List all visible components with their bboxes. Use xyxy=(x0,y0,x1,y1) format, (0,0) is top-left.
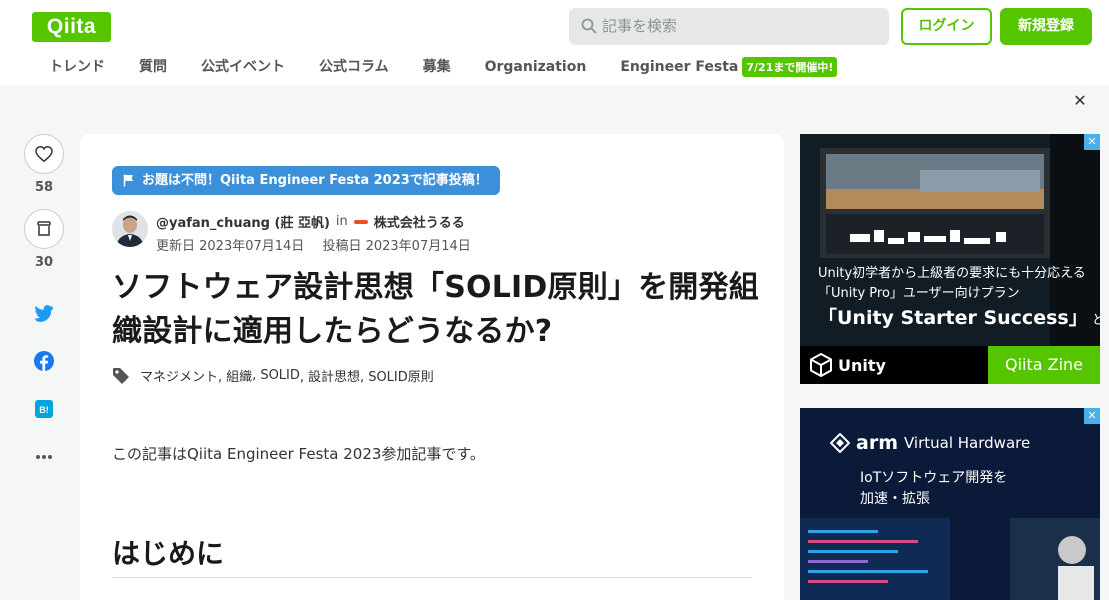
qiita-logo[interactable]: Qiita xyxy=(32,12,111,42)
nav-official-columns[interactable]: 公式コラム xyxy=(302,52,406,82)
nav-official-events[interactable]: 公式イベント xyxy=(184,52,302,82)
unity-logo: Unity xyxy=(810,353,886,377)
more-horizontal-icon xyxy=(36,455,52,459)
like-button[interactable] xyxy=(24,134,64,174)
tag-item[interactable]: SOLID原則 xyxy=(360,366,434,385)
arm-chip-icon xyxy=(830,433,850,453)
nav-engineer-festa[interactable]: Engineer Festa xyxy=(603,52,755,82)
article-dates: 更新日 2023年07月14日 投稿日 2023年07月14日 xyxy=(156,235,471,254)
stock-icon xyxy=(37,221,51,236)
author-photo xyxy=(112,211,148,247)
tag-item[interactable]: マネジメント xyxy=(140,366,218,385)
more-options-button[interactable] xyxy=(24,445,64,469)
search-placeholder: 記事を検索 xyxy=(602,17,678,35)
heading-divider xyxy=(112,577,752,578)
author-line: @yafan_chuang (莊 亞帆) in 株式会社うるる xyxy=(156,212,465,231)
festa-status-badge: 7/21まで開催中! xyxy=(742,57,838,77)
arm-brand: arm xyxy=(856,432,898,454)
arm-product: Virtual Hardware xyxy=(904,434,1031,452)
article-card: お題は不問！Qiita Engineer Festa 2023で記事投稿！ @y… xyxy=(80,134,784,600)
organization-logo-icon xyxy=(353,219,368,224)
nav-questions[interactable]: 質問 xyxy=(122,52,184,82)
ad1-line1: Unity初学者から上級者の要求にも十分応える xyxy=(818,266,1086,281)
facebook-icon xyxy=(34,351,54,371)
ad-choices-icon[interactable]: ✕ xyxy=(1084,408,1100,424)
heart-icon xyxy=(35,146,53,162)
tag-icon xyxy=(113,367,129,384)
tag-item[interactable]: 設計思想 xyxy=(300,366,360,385)
unity-brand: Unity xyxy=(838,355,886,375)
ad1-footer: Unity Qiita Zine xyxy=(800,346,1100,384)
nav-organization[interactable]: Organization xyxy=(468,52,604,82)
ad2-line1: IoTソフトウェア開発を xyxy=(860,470,1008,486)
search-input[interactable]: 記事を検索 xyxy=(569,8,889,45)
hatena-bookmark-icon: B! xyxy=(35,400,53,418)
stock-count: 30 xyxy=(34,255,54,270)
ad-choices-icon[interactable]: ✕ xyxy=(1084,134,1100,150)
ad2-line2: 加速・拡張 xyxy=(860,491,930,507)
arm-logo: arm Virtual Hardware xyxy=(830,432,1030,454)
twitter-icon xyxy=(34,304,54,322)
search-icon xyxy=(581,18,597,34)
tag-list: マネジメント 組織 SOLID 設計思想 SOLID原則 xyxy=(112,366,434,385)
signup-button[interactable]: 新規登録 xyxy=(1000,8,1092,45)
ad1-line3b: とは xyxy=(1091,313,1100,329)
posted-date: 投稿日 2023年07月14日 xyxy=(322,239,471,254)
ad1-line3: 「Unity Starter Success」 xyxy=(818,307,1088,330)
arm-ad-banner[interactable]: ✕ arm Virtual Hardware IoTソフトウェア開発を 加速・拡… xyxy=(800,408,1100,600)
flag-icon xyxy=(123,174,133,187)
main-nav: トレンド 質問 公式イベント 公式コラム 募集 Organization Eng… xyxy=(32,52,838,82)
unity-cube-icon xyxy=(810,353,832,377)
festa-banner[interactable]: お題は不問！Qiita Engineer Festa 2023で記事投稿！ xyxy=(112,166,500,195)
twitter-share-button[interactable] xyxy=(24,301,64,325)
svg-text:B!: B! xyxy=(39,405,49,415)
updated-date: 更新日 2023年07月14日 xyxy=(156,239,305,254)
author-name[interactable]: @yafan_chuang (莊 亞帆) xyxy=(156,212,330,231)
like-count: 58 xyxy=(34,180,54,195)
article-title: ソフトウェア設計思想「SOLID原則」を開発組織設計に適用したらどうなるか? xyxy=(112,270,759,349)
nav-trend[interactable]: トレンド xyxy=(32,52,122,82)
tag-item[interactable]: SOLID xyxy=(252,368,300,383)
festa-banner-text: お題は不問！Qiita Engineer Festa 2023で記事投稿！ xyxy=(142,173,488,188)
in-label: in xyxy=(335,214,348,229)
facebook-share-button[interactable] xyxy=(24,349,64,373)
section-heading: はじめに xyxy=(112,537,225,570)
qiita-zine-label: Qiita Zine xyxy=(988,346,1100,384)
author-avatar[interactable] xyxy=(112,211,148,247)
stock-button[interactable] xyxy=(24,209,64,249)
ad1-copy: Unity初学者から上級者の要求にも十分応える 「Unity Pro」ユーザー向… xyxy=(818,264,1100,334)
site-header: Qiita 記事を検索 ログイン 新規登録 トレンド 質問 公式イベント 公式コ… xyxy=(0,0,1109,86)
nav-recruit[interactable]: 募集 xyxy=(406,52,468,82)
article-intro: この記事はQiita Engineer Festa 2023参加記事です。 xyxy=(112,445,485,463)
close-icon[interactable]: ✕ xyxy=(1071,92,1089,110)
organization-name[interactable]: 株式会社うるる xyxy=(374,212,465,231)
unity-ad-banner[interactable]: ✕ Unity初学者から上級者の要求にも十分応える 「Unity Pro」ユーザ… xyxy=(800,134,1100,384)
article-action-rail: 58 30 B! xyxy=(24,134,64,459)
login-button[interactable]: ログイン xyxy=(901,8,992,45)
hatena-bookmark-button[interactable]: B! xyxy=(24,397,64,421)
ad2-copy: IoTソフトウェア開発を 加速・拡張 xyxy=(860,468,1007,510)
tag-item[interactable]: 組織 xyxy=(218,366,252,385)
ad1-line2: 「Unity Pro」ユーザー向けプラン xyxy=(818,286,1020,302)
